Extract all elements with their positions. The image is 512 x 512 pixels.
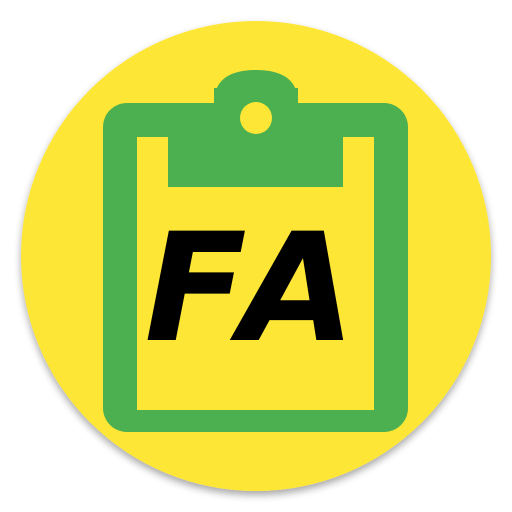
- app-icon-svg: FA: [21, 21, 491, 491]
- app-icon: FA: [0, 0, 512, 512]
- clip-hole: [240, 102, 272, 134]
- icon-text: FA: [144, 202, 367, 376]
